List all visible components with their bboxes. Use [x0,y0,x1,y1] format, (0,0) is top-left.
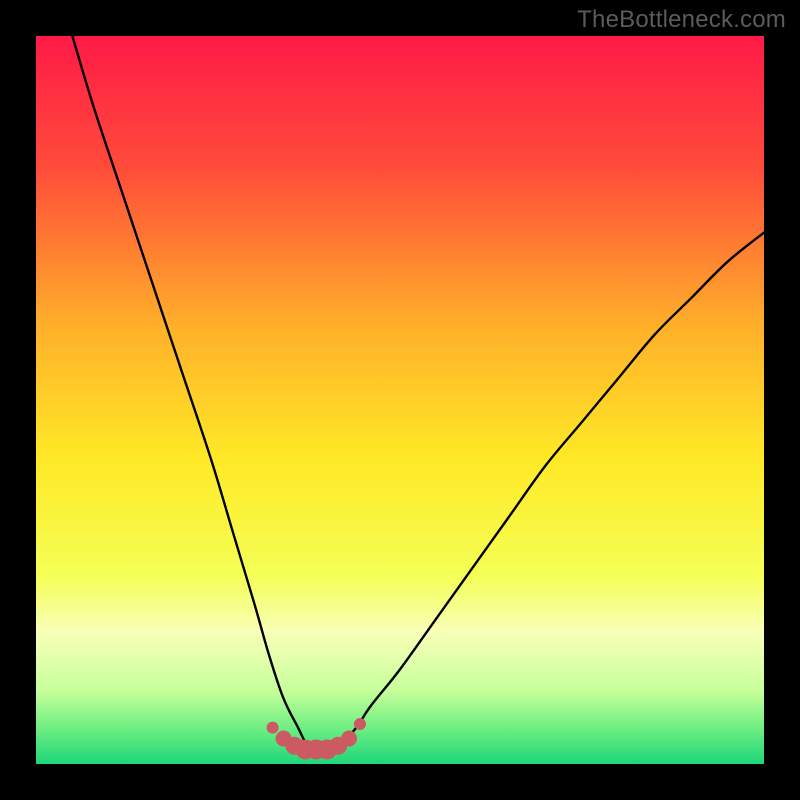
minimum-marker-dot [354,718,366,730]
plot-area [36,36,764,764]
watermark-text: TheBottleneck.com [577,6,786,34]
curve-svg-layer [36,36,764,764]
minimum-marker-dot [341,731,357,747]
bottleneck-curve [72,36,764,750]
chart-frame: TheBottleneck.com [0,0,800,800]
minimum-marker-dot [267,722,279,734]
